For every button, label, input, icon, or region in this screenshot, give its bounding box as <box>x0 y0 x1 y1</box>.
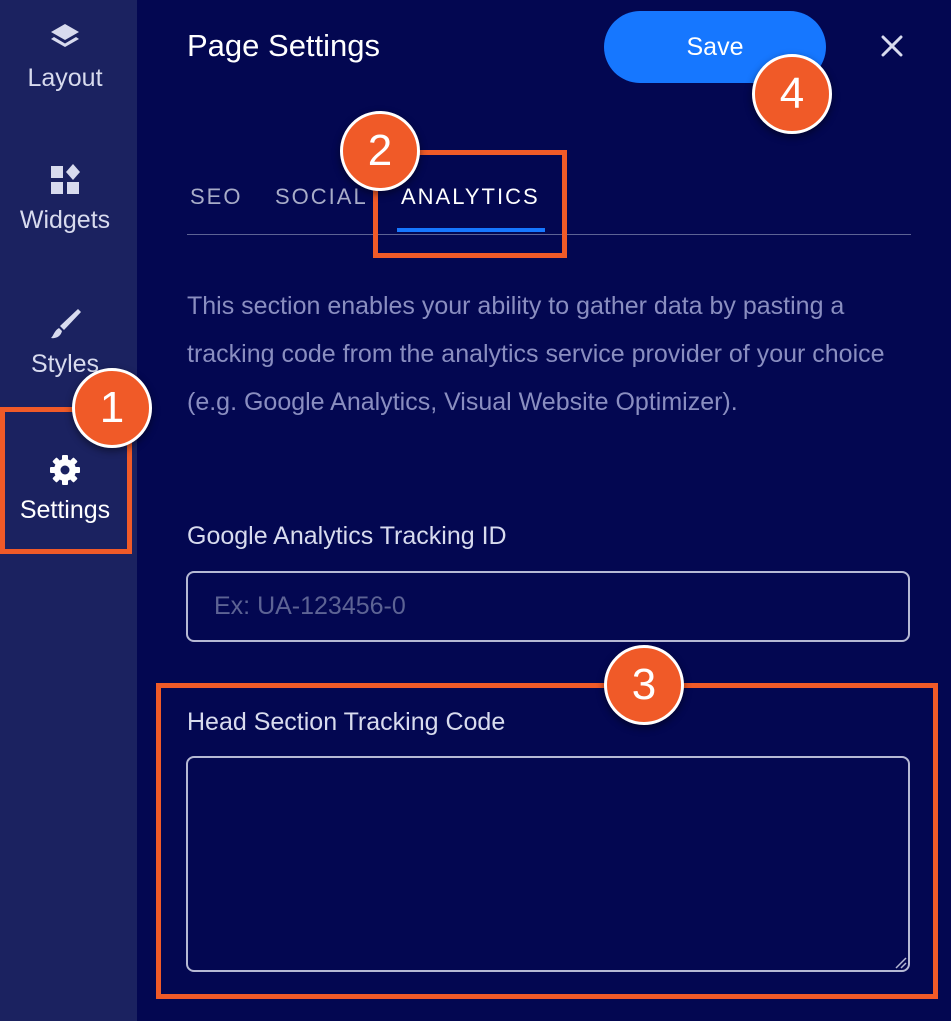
callout-badge-1: 1 <box>72 368 152 448</box>
sidebar-item-label: Widgets <box>19 206 111 234</box>
widgets-icon <box>47 162 83 198</box>
callout-badge-2: 2 <box>340 111 420 191</box>
sidebar-item-layout[interactable]: Layout <box>0 20 130 93</box>
sidebar-item-widgets[interactable]: Widgets <box>0 162 130 235</box>
sidebar-item-label: Layout <box>27 64 103 92</box>
brush-icon <box>47 306 83 342</box>
close-button[interactable] <box>876 30 908 62</box>
callout-badge-4: 4 <box>752 54 832 134</box>
callout-badge-3: 3 <box>604 645 684 725</box>
layers-icon <box>47 20 83 56</box>
tab-social[interactable]: SOCIAL <box>275 184 368 210</box>
section-description: This section enables your ability to gat… <box>187 292 885 416</box>
tracking-id-input[interactable] <box>186 571 910 642</box>
page-settings-app: Layout Widgets Styles Settings Page Sett… <box>0 0 951 1021</box>
tracking-id-label: Google Analytics Tracking ID <box>187 522 507 550</box>
callout-box-head-code <box>156 683 938 999</box>
tab-seo[interactable]: SEO <box>190 184 242 210</box>
close-icon <box>881 35 903 57</box>
page-title: Page Settings <box>187 28 381 63</box>
